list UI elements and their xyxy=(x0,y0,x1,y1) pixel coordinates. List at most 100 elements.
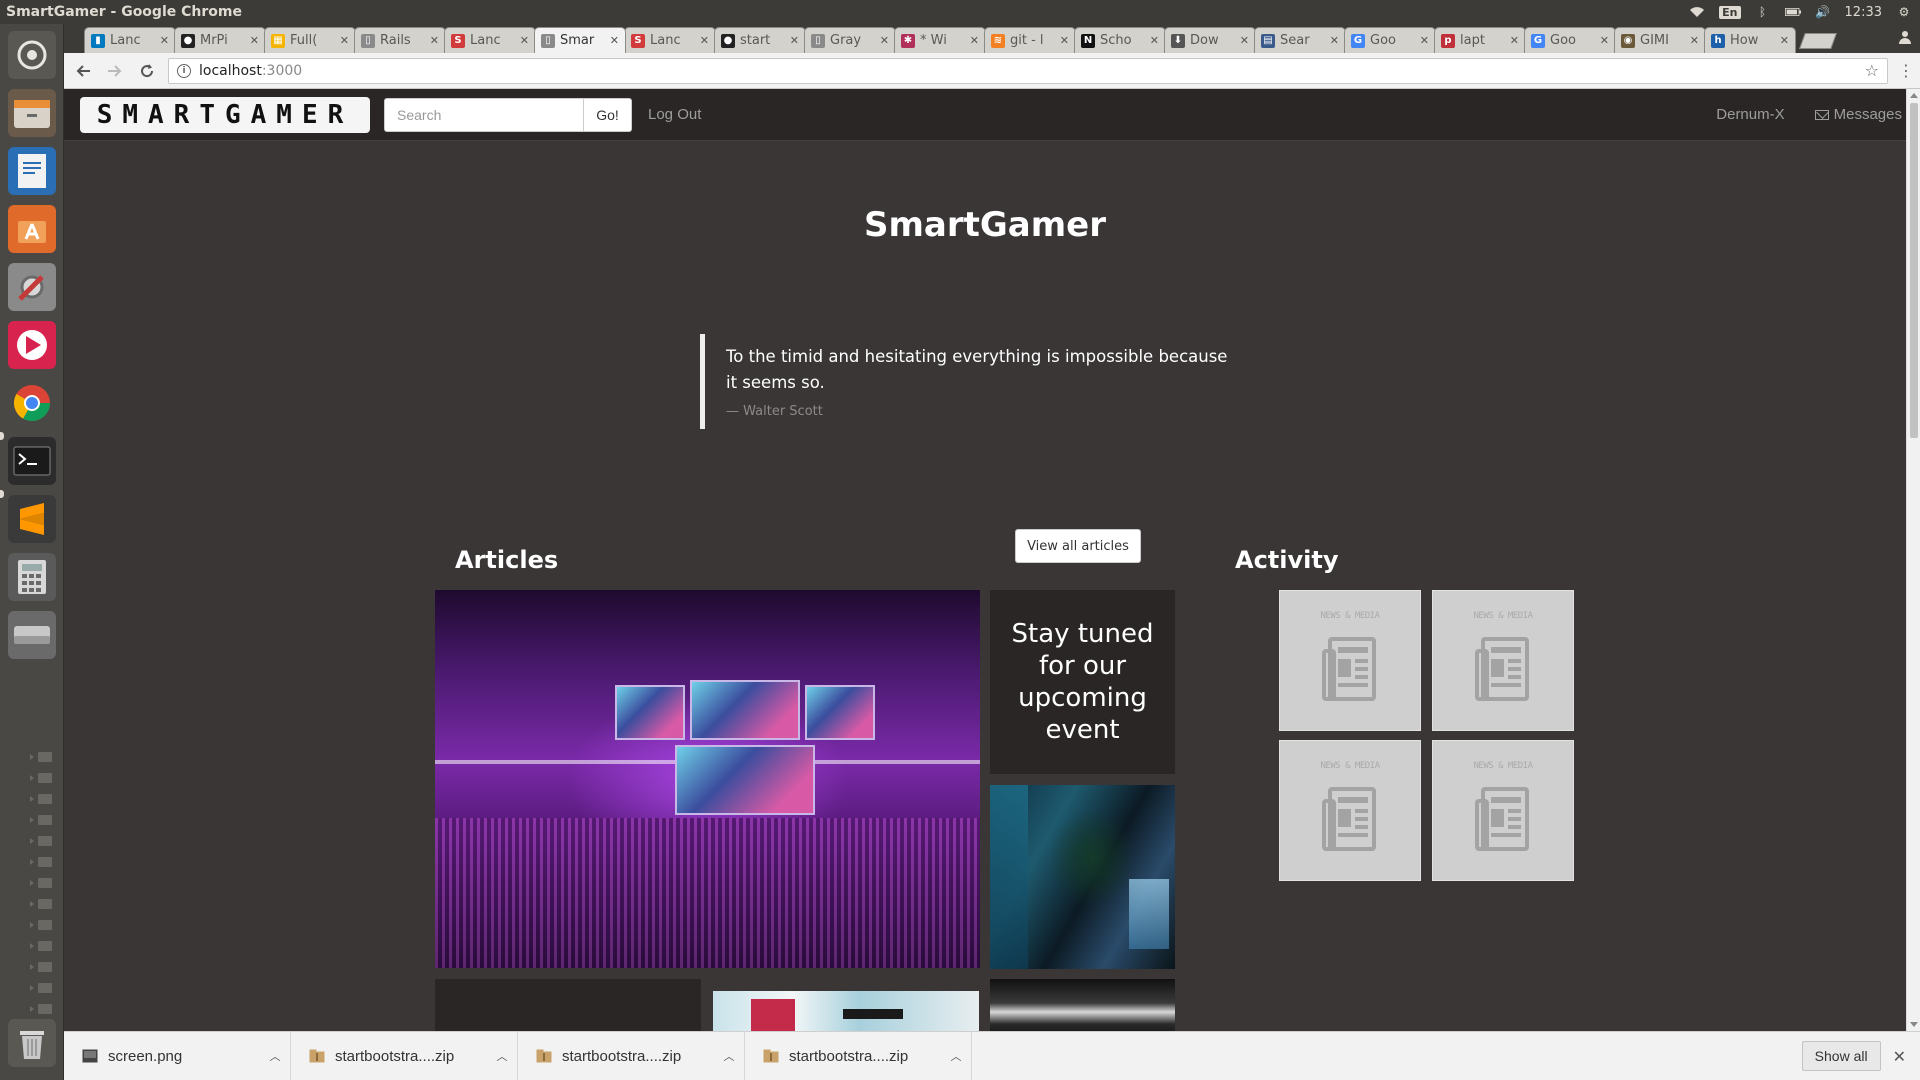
browser-menu-icon[interactable]: ⋮ xyxy=(1898,61,1914,80)
browser-tab[interactable]: p lapt ✕ xyxy=(1434,27,1526,53)
download-item[interactable]: startbootstra....zip ︿ xyxy=(291,1031,518,1080)
download-item[interactable]: startbootstra....zip ︿ xyxy=(745,1031,972,1080)
view-all-articles-button[interactable]: View all articles xyxy=(1015,529,1141,563)
activity-card[interactable]: NEWS & MEDIA xyxy=(1279,740,1421,881)
info-icon[interactable]: i xyxy=(177,63,191,78)
article-tile[interactable] xyxy=(435,979,701,1031)
gear-icon[interactable]: ⚙ xyxy=(1896,5,1912,19)
scrollbar-thumb[interactable] xyxy=(1910,103,1918,438)
chevron-up-icon[interactable]: ︿ xyxy=(487,1048,517,1064)
article-feature-image[interactable] xyxy=(435,590,980,968)
chevron-up-icon[interactable]: ︿ xyxy=(714,1048,744,1064)
trash-icon[interactable] xyxy=(8,1019,56,1067)
close-tab-icon[interactable]: ✕ xyxy=(340,34,349,47)
browser-tab[interactable]: ▦ Full(✕ xyxy=(264,27,356,53)
close-icon[interactable]: ✕ xyxy=(1893,1047,1906,1066)
arena-crowd xyxy=(435,818,980,968)
chevron-up-icon[interactable]: ︿ xyxy=(260,1048,290,1064)
browser-tab[interactable]: S Lanc ✕ xyxy=(444,27,536,53)
profile-icon[interactable] xyxy=(1898,30,1914,46)
search-input[interactable] xyxy=(384,97,584,132)
user-menu[interactable]: Dernum-X xyxy=(1716,106,1784,123)
close-tab-icon[interactable]: ✕ xyxy=(1420,34,1429,47)
browser-tab[interactable]: S Lanc ✕ xyxy=(624,27,716,53)
volume-icon[interactable]: 🔊 xyxy=(1815,5,1831,19)
browser-tab[interactable]: ▤ Sear ✕ xyxy=(1254,27,1346,53)
close-tab-icon[interactable]: ✕ xyxy=(1150,34,1159,47)
show-all-downloads-button[interactable]: Show all xyxy=(1801,1041,1881,1071)
download-item[interactable]: screen.png ︿ xyxy=(64,1031,291,1080)
activity-card[interactable]: NEWS & MEDIA xyxy=(1279,590,1421,731)
terminal-icon[interactable] xyxy=(8,437,56,485)
article-bw-image[interactable] xyxy=(990,979,1175,1031)
close-tab-icon[interactable]: ✕ xyxy=(1690,34,1699,47)
writer-icon[interactable] xyxy=(8,147,56,195)
close-tab-icon[interactable]: ✕ xyxy=(1330,34,1339,47)
back-button[interactable] xyxy=(72,60,94,82)
browser-tab[interactable]: ▮ Lanc ✕ xyxy=(84,27,176,53)
close-tab-icon[interactable]: ✕ xyxy=(700,34,709,47)
close-tab-icon[interactable]: ✕ xyxy=(1240,34,1249,47)
site-logo[interactable]: SMARTGAMER xyxy=(80,96,370,133)
close-tab-icon[interactable]: ✕ xyxy=(520,34,529,47)
close-tab-icon[interactable]: ✕ xyxy=(970,34,979,47)
wifi-icon[interactable] xyxy=(1689,5,1705,19)
browser-tab[interactable]: ▯ Rails ✕ xyxy=(354,27,446,53)
new-tab-button[interactable] xyxy=(1799,33,1837,49)
browser-tab[interactable]: h How ✕ xyxy=(1704,27,1796,53)
bluetooth-icon[interactable]: ᛒ xyxy=(1755,5,1771,19)
browser-tab[interactable]: ⬇ Dow ✕ xyxy=(1164,27,1256,53)
browser-tab[interactable]: ▯ Smar ✕ xyxy=(534,27,626,53)
search-go-button[interactable]: Go! xyxy=(584,97,632,132)
reload-button[interactable] xyxy=(136,60,158,82)
media-player-icon[interactable] xyxy=(8,321,56,369)
close-tab-icon[interactable]: ✕ xyxy=(430,34,439,47)
sublime-text-icon[interactable] xyxy=(8,495,56,543)
close-tab-icon[interactable]: ✕ xyxy=(1510,34,1519,47)
download-item[interactable]: startbootstra....zip ︿ xyxy=(518,1031,745,1080)
close-tab-icon[interactable]: ✕ xyxy=(1060,34,1069,47)
close-tab-icon[interactable]: ✕ xyxy=(250,34,259,47)
browser-tab[interactable]: ◉ GIMI ✕ xyxy=(1614,27,1706,53)
close-tab-icon[interactable]: ✕ xyxy=(1780,34,1789,47)
folder-tree-item xyxy=(30,771,64,785)
disk-drive-icon[interactable] xyxy=(8,611,56,659)
article-expo-image[interactable] xyxy=(713,991,979,1031)
settings-icon[interactable] xyxy=(8,263,56,311)
browser-tab[interactable]: ▯ Gray ✕ xyxy=(804,27,896,53)
chrome-icon[interactable] xyxy=(8,379,56,427)
browser-tab[interactable]: G Goo ✕ xyxy=(1524,27,1616,53)
upcoming-event-tile[interactable]: Stay tuned for our upcoming event xyxy=(990,590,1175,774)
bookmark-star-icon[interactable]: ☆ xyxy=(1865,61,1879,80)
address-bar[interactable]: i localhost:3000 ☆ xyxy=(168,57,1888,84)
files-icon[interactable] xyxy=(8,89,56,137)
logout-link[interactable]: Log Out xyxy=(648,106,701,123)
activity-card[interactable]: NEWS & MEDIA xyxy=(1432,590,1574,731)
keyboard-layout-indicator[interactable]: En xyxy=(1719,5,1741,19)
forward-button[interactable] xyxy=(104,60,126,82)
close-tab-icon[interactable]: ✕ xyxy=(880,34,889,47)
close-tab-icon[interactable]: ✕ xyxy=(1600,34,1609,47)
software-center-icon[interactable] xyxy=(8,205,56,253)
browser-tab[interactable]: N Scho ✕ xyxy=(1074,27,1166,53)
close-tab-icon[interactable]: ✕ xyxy=(610,34,619,47)
calculator-icon[interactable] xyxy=(8,553,56,601)
scroll-down-arrow[interactable] xyxy=(1910,1022,1918,1027)
browser-tab[interactable]: G Goo ✕ xyxy=(1344,27,1436,53)
activity-card[interactable]: NEWS & MEDIA xyxy=(1432,740,1574,881)
browser-tab[interactable]: ✱ * Wi ✕ xyxy=(894,27,986,53)
chevron-up-icon[interactable]: ︿ xyxy=(941,1048,971,1064)
clock[interactable]: 12:33 xyxy=(1845,5,1882,20)
close-tab-icon[interactable]: ✕ xyxy=(160,34,169,47)
browser-tab[interactable]: ● MrPi ✕ xyxy=(174,27,266,53)
tab-label: Smar xyxy=(560,33,595,48)
messages-link[interactable]: Messages xyxy=(1814,106,1902,123)
article-gamers-image[interactable] xyxy=(990,785,1175,969)
scroll-up-arrow[interactable] xyxy=(1910,93,1918,98)
close-tab-icon[interactable]: ✕ xyxy=(790,34,799,47)
dash-home-icon[interactable] xyxy=(8,31,56,79)
page-scrollbar[interactable] xyxy=(1906,89,1920,1031)
browser-tab[interactable]: ● start ✕ xyxy=(714,27,806,53)
battery-icon[interactable] xyxy=(1784,5,1801,19)
browser-tab[interactable]: ≋ git - l ✕ xyxy=(984,27,1076,53)
